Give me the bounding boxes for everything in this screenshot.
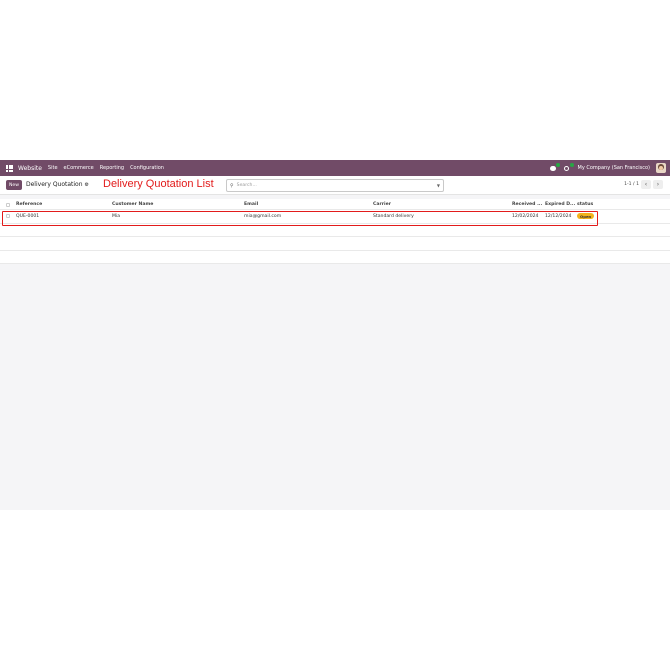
pager-value[interactable]: 1-1 / 1 xyxy=(624,182,639,187)
annotation-label: Delivery Quotation List xyxy=(103,178,214,190)
app-frame: Website Site eCommerce Reporting Configu… xyxy=(0,160,670,510)
company-switcher[interactable]: My Company (San Francisco) xyxy=(578,165,651,171)
new-button[interactable]: New xyxy=(6,180,23,190)
menu-ecommerce[interactable]: eCommerce xyxy=(64,165,94,171)
gear-icon[interactable]: ⚙ xyxy=(84,182,88,188)
col-customer-name[interactable]: Customer Name xyxy=(112,199,153,209)
top-navbar: Website Site eCommerce Reporting Configu… xyxy=(0,160,670,176)
cell-reference: QUE-0001 xyxy=(16,213,40,219)
col-expired[interactable]: Expired D... xyxy=(545,199,575,209)
cell-email: mia@gmail.com xyxy=(244,213,282,219)
cell-carrier: Standard delivery xyxy=(373,213,414,219)
status-badge: Open xyxy=(577,213,595,220)
search-bar[interactable]: ⚲ Search... ▼ xyxy=(226,179,444,192)
empty-row xyxy=(0,237,670,251)
table-header: Reference Customer Name Email Carrier Re… xyxy=(0,199,670,210)
breadcrumb: Delivery Quotation ⚙ xyxy=(26,181,89,188)
navbar-right: My Company (San Francisco) xyxy=(549,160,666,176)
menu-configuration[interactable]: Configuration xyxy=(130,165,164,171)
col-carrier[interactable]: Carrier xyxy=(373,199,391,209)
cell-expired: 12/12/2024 xyxy=(545,213,572,219)
apps-grid-icon[interactable] xyxy=(6,164,13,172)
pager: 1-1 / 1 ‹ › xyxy=(624,180,663,189)
menu-site[interactable]: Site xyxy=(48,165,58,171)
quotation-list: Reference Customer Name Email Carrier Re… xyxy=(0,199,670,264)
search-icon: ⚲ xyxy=(230,182,234,189)
activity-clock-icon[interactable] xyxy=(563,163,574,171)
row-checkbox[interactable] xyxy=(6,214,10,218)
user-avatar[interactable] xyxy=(656,163,666,173)
chat-icon[interactable] xyxy=(549,163,560,171)
pager-prev-icon[interactable]: ‹ xyxy=(641,180,651,189)
app-brand[interactable]: Website xyxy=(18,165,42,172)
cell-status: Open xyxy=(577,210,595,223)
chevron-down-icon[interactable]: ▼ xyxy=(437,183,440,188)
table-row[interactable]: QUE-0001 Mia mia@gmail.com Standard deli… xyxy=(0,210,670,224)
pager-next-icon[interactable]: › xyxy=(653,180,663,189)
search-input[interactable]: Search... xyxy=(237,183,257,188)
empty-row xyxy=(0,251,670,264)
select-all-checkbox[interactable] xyxy=(6,203,10,207)
empty-row xyxy=(0,224,670,237)
cell-received: 12/02/2024 xyxy=(512,213,539,219)
col-email[interactable]: Email xyxy=(244,199,258,209)
menu-reporting[interactable]: Reporting xyxy=(100,165,124,171)
col-reference[interactable]: Reference xyxy=(16,199,42,209)
col-status[interactable]: status xyxy=(577,199,593,209)
col-received[interactable]: Received ... xyxy=(512,199,542,209)
cell-customer: Mia xyxy=(112,213,121,219)
breadcrumb-title: Delivery Quotation xyxy=(26,181,83,188)
